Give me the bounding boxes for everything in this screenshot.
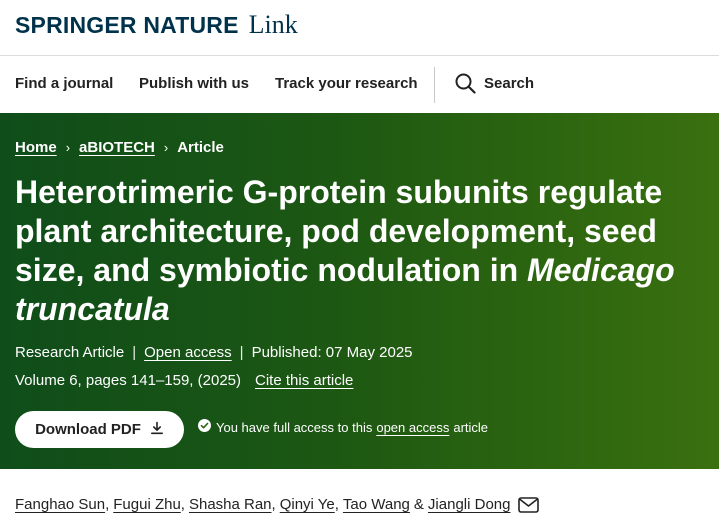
- author-link[interactable]: Fanghao Sun: [15, 496, 105, 513]
- main-nav: Find a journal Publish with us Track you…: [0, 56, 719, 113]
- check-circle-icon: [198, 419, 216, 435]
- brand-bar: SPRINGER NATURE Link: [0, 0, 719, 56]
- author-separator: ,: [105, 496, 110, 513]
- chevron-right-icon: ›: [65, 140, 71, 155]
- download-pdf-button[interactable]: Download PDF: [15, 411, 184, 448]
- author-separator: ,: [271, 496, 276, 513]
- search-icon: [455, 73, 476, 94]
- meta-divider: |: [132, 344, 137, 361]
- author-link[interactable]: Shasha Ran: [189, 496, 272, 513]
- breadcrumb-journal[interactable]: aBIOTECH: [79, 139, 155, 156]
- author-separator: ,: [180, 496, 185, 513]
- brand-name: SPRINGER NATURE: [15, 12, 239, 38]
- nav-find-journal[interactable]: Find a journal: [15, 75, 113, 92]
- author-and: &: [413, 496, 424, 513]
- article-hero: Home › aBIOTECH › Article Heterotrimeric…: [0, 113, 719, 469]
- cite-article-link[interactable]: Cite this article: [255, 372, 353, 389]
- breadcrumb-home[interactable]: Home: [15, 139, 57, 156]
- access-note-suffix: article: [453, 419, 489, 435]
- author-list: Fanghao Sun, Fugui Zhu, Shasha Ran, Qiny…: [15, 496, 540, 513]
- author-link[interactable]: Fugui Zhu: [113, 496, 181, 513]
- volume-info: Volume 6, pages 141–159, (2025): [15, 372, 242, 389]
- access-note: You have full access to this open access…: [198, 419, 488, 435]
- download-pdf-label: Download PDF: [35, 421, 141, 438]
- brand-product: Link: [248, 10, 298, 39]
- article-type: Research Article: [15, 344, 125, 361]
- published-date: Published: 07 May 2025: [251, 344, 413, 361]
- article-volume-line: Volume 6, pages 141–159, (2025) Cite thi…: [15, 372, 353, 389]
- springer-nature-link-logo[interactable]: SPRINGER NATURE Link: [15, 10, 298, 40]
- nav-publish-with-us[interactable]: Publish with us: [139, 75, 249, 92]
- search-button[interactable]: Search: [455, 73, 534, 94]
- breadcrumb: Home › aBIOTECH › Article: [15, 139, 224, 156]
- nav-divider: [434, 67, 435, 103]
- access-note-link[interactable]: open access: [376, 420, 449, 435]
- search-label: Search: [484, 75, 535, 92]
- access-note-prefix: You have full access to this: [216, 419, 373, 435]
- article-meta-line: Research Article | Open access | Publish…: [15, 344, 413, 361]
- chevron-right-icon: ›: [163, 140, 169, 155]
- meta-divider: |: [239, 344, 244, 361]
- author-link[interactable]: Tao Wang: [343, 496, 410, 513]
- breadcrumb-current: Article: [177, 139, 224, 156]
- mail-icon[interactable]: [518, 496, 540, 513]
- nav-track-research[interactable]: Track your research: [275, 75, 418, 92]
- author-link[interactable]: Jiangli Dong: [428, 496, 511, 513]
- download-icon: [141, 421, 164, 439]
- author-separator: ,: [334, 496, 339, 513]
- author-link[interactable]: Qinyi Ye: [280, 496, 335, 513]
- open-access-link[interactable]: Open access: [144, 344, 232, 361]
- article-title: Heterotrimeric G-protein subunits regula…: [15, 173, 715, 329]
